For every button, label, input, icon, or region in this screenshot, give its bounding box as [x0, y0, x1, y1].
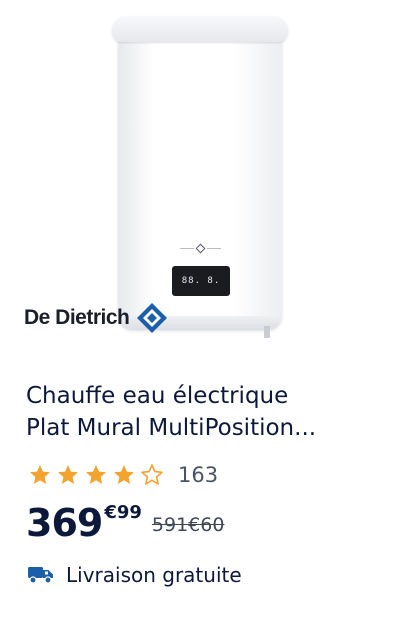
- water-heater-pipe: [264, 326, 270, 338]
- price-old-strikethrough: 591€60: [151, 514, 225, 536]
- heater-display-reading: 88. 8.: [181, 276, 221, 286]
- heater-display-panel: 88. 8.: [172, 266, 230, 296]
- product-title-line-1[interactable]: Chauffe eau électrique: [26, 380, 396, 412]
- price-current-euros: 369: [26, 501, 103, 545]
- star-filled-icon: [86, 465, 106, 484]
- water-heater-top-cap: [112, 16, 288, 42]
- de-dietrich-diamond-icon: [137, 303, 168, 333]
- brand-name: De Dietrich: [24, 306, 130, 329]
- product-card[interactable]: 88. 8. De Dietrich Chauffe eau électriqu…: [0, 0, 414, 620]
- star-filled-icon: [58, 465, 78, 484]
- truck-icon: [28, 567, 53, 584]
- product-title-line-2[interactable]: Plat Mural MultiPosition...: [26, 412, 396, 444]
- rating-row[interactable]: 163: [28, 460, 218, 490]
- brand-logo: De Dietrich: [24, 300, 169, 336]
- product-image[interactable]: 88. 8.: [112, 16, 288, 338]
- star-filled-icon: [30, 465, 50, 484]
- star-outline-icon: [141, 464, 163, 485]
- heater-emblem: [178, 240, 222, 256]
- delivery-info: Livraison gratuite: [28, 560, 242, 590]
- delivery-label: Livraison gratuite: [66, 563, 242, 587]
- price-current-cents: €99: [104, 502, 142, 523]
- price-row: 369 €99 591€60: [26, 500, 224, 550]
- review-count[interactable]: 163: [178, 463, 218, 487]
- star-filled-icon: [114, 465, 134, 484]
- product-title[interactable]: Chauffe eau électrique Plat Mural MultiP…: [26, 380, 396, 444]
